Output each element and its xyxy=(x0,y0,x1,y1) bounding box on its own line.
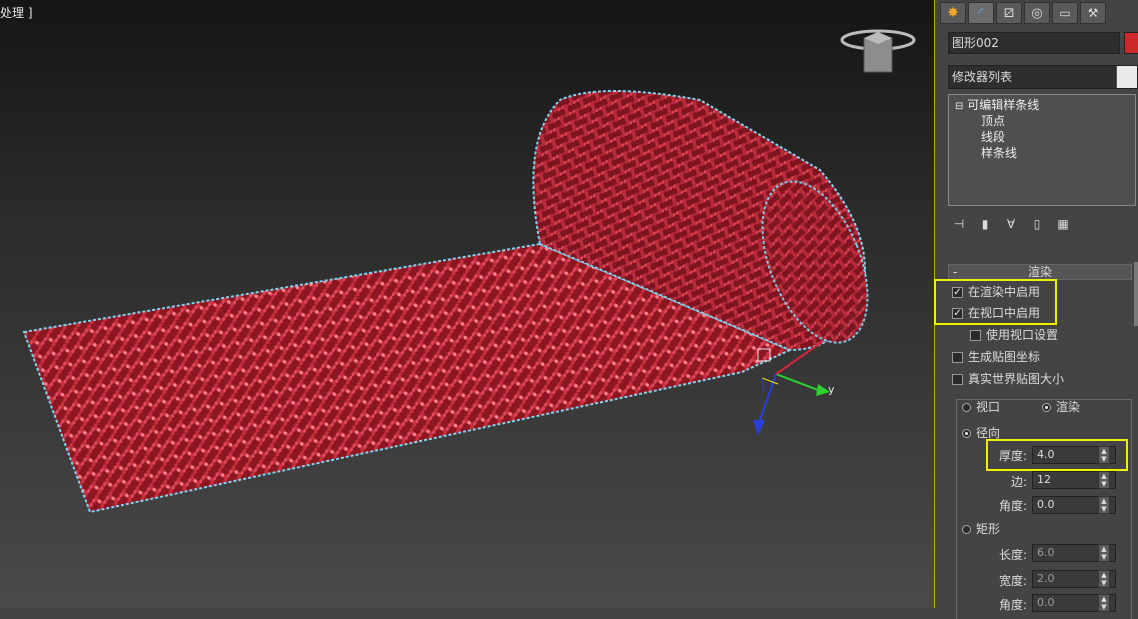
motion-icon: ◎ xyxy=(1031,5,1043,21)
real-world-map-checkbox[interactable]: 真实世界贴图大小 xyxy=(952,370,1064,388)
length-spinner-arrows[interactable]: ▲ ▼ xyxy=(1098,544,1110,562)
rollout-title: 渲染 xyxy=(1027,265,1052,279)
wire-mesh-model[interactable]: y xyxy=(0,0,935,608)
checkbox-unchecked-icon[interactable] xyxy=(952,351,963,363)
radio-off-icon[interactable] xyxy=(962,524,971,534)
length-label: 长度: xyxy=(998,548,1027,562)
checkbox-unchecked-icon[interactable] xyxy=(970,329,981,341)
remove-modifier-icon[interactable]: ▯ xyxy=(1028,215,1046,233)
chevron-down-icon[interactable] xyxy=(1116,66,1137,88)
object-color-swatch[interactable] xyxy=(1124,32,1138,54)
stack-item-spline[interactable]: 样条线 xyxy=(981,145,1017,161)
make-unique-icon[interactable]: ∀ xyxy=(1002,215,1020,233)
utilities-tab[interactable]: ⚒ xyxy=(1080,2,1106,24)
rect-angle-label: 角度: xyxy=(998,598,1027,612)
gizmo-y-label: y xyxy=(828,383,835,396)
rendering-rollout-header[interactable]: - 渲染 xyxy=(948,264,1132,280)
stack-root-label: 可编辑样条线 xyxy=(967,98,1040,112)
angle-spinner-arrows[interactable]: ▲ ▼ xyxy=(1098,496,1110,514)
render-radio[interactable]: 渲染 xyxy=(1042,398,1080,416)
width-label: 宽度: xyxy=(998,574,1027,588)
hammer-icon: ⚒ xyxy=(1087,6,1099,20)
motion-tab[interactable]: ◎ xyxy=(1024,2,1050,24)
modify-tab[interactable]: ◜ xyxy=(968,2,994,24)
generate-mapping-label: 生成贴图坐标 xyxy=(968,350,1041,364)
stack-item-vertex[interactable]: 顶点 xyxy=(981,113,1005,129)
hierarchy-icon: ⚂ xyxy=(1003,6,1015,20)
panel-scrollbar[interactable] xyxy=(1134,262,1138,326)
modifier-list-dropdown[interactable]: 修改器列表 xyxy=(948,65,1138,89)
configure-sets-icon[interactable]: ▦ xyxy=(1054,215,1072,233)
width-spinner-arrows[interactable]: ▲ ▼ xyxy=(1098,570,1110,588)
show-end-result-icon[interactable]: ▮ xyxy=(976,215,994,233)
highlight-box-checkboxes xyxy=(934,279,1057,325)
stack-toolbar: ⊣ ▮ ∀ ▯ ▦ xyxy=(950,214,1072,234)
rollout-collapse-icon: - xyxy=(953,265,958,279)
render-radio-label: 渲染 xyxy=(1056,400,1081,414)
viewcube-icon[interactable] xyxy=(838,26,918,78)
stack-root[interactable]: ⊟ 可编辑样条线 xyxy=(955,97,1039,113)
curve-icon: ◜ xyxy=(978,5,984,21)
rectangular-radio[interactable]: 矩形 xyxy=(962,520,1000,538)
panel-tabs: ✸ ◜ ⚂ ◎ ▭ ⚒ xyxy=(940,2,1106,26)
perspective-viewport[interactable]: 处理 ] y xyxy=(0,0,935,608)
stack-item-segment[interactable]: 线段 xyxy=(981,129,1005,145)
use-viewport-settings-checkbox[interactable]: 使用视口设置 xyxy=(970,326,1058,344)
display-tab[interactable]: ▭ xyxy=(1052,2,1078,24)
highlight-box-thickness xyxy=(986,439,1128,471)
real-world-map-label: 真实世界贴图大小 xyxy=(968,372,1065,386)
angle-label: 角度: xyxy=(998,499,1027,513)
hierarchy-tab[interactable]: ⚂ xyxy=(996,2,1022,24)
object-name-field[interactable]: 图形002 xyxy=(948,32,1120,54)
viewport-radio-label: 视口 xyxy=(976,400,1001,414)
sun-icon: ✸ xyxy=(947,5,959,21)
sides-spinner-arrows[interactable]: ▲ ▼ xyxy=(1098,471,1110,489)
checkbox-unchecked-icon[interactable] xyxy=(952,373,963,385)
radio-on-icon[interactable] xyxy=(962,428,971,438)
collapse-icon[interactable]: ⊟ xyxy=(955,101,963,112)
use-viewport-settings-label: 使用视口设置 xyxy=(986,328,1059,342)
rectangular-radio-label: 矩形 xyxy=(976,522,1001,536)
modifier-list-label: 修改器列表 xyxy=(952,70,1013,84)
radio-off-icon[interactable] xyxy=(962,402,971,412)
monitor-icon: ▭ xyxy=(1059,6,1071,20)
pin-stack-icon[interactable]: ⊣ xyxy=(950,215,968,233)
viewport-radio[interactable]: 视口 xyxy=(962,398,1000,416)
rect-angle-spinner-arrows[interactable]: ▲ ▼ xyxy=(1098,594,1110,612)
generate-mapping-checkbox[interactable]: 生成贴图坐标 xyxy=(952,348,1040,366)
radio-on-icon[interactable] xyxy=(1042,402,1051,412)
modifier-stack: ⊟ 可编辑样条线 顶点 线段 样条线 xyxy=(948,94,1136,206)
create-tab[interactable]: ✸ xyxy=(940,2,966,24)
sides-label: 边: xyxy=(1010,475,1027,489)
